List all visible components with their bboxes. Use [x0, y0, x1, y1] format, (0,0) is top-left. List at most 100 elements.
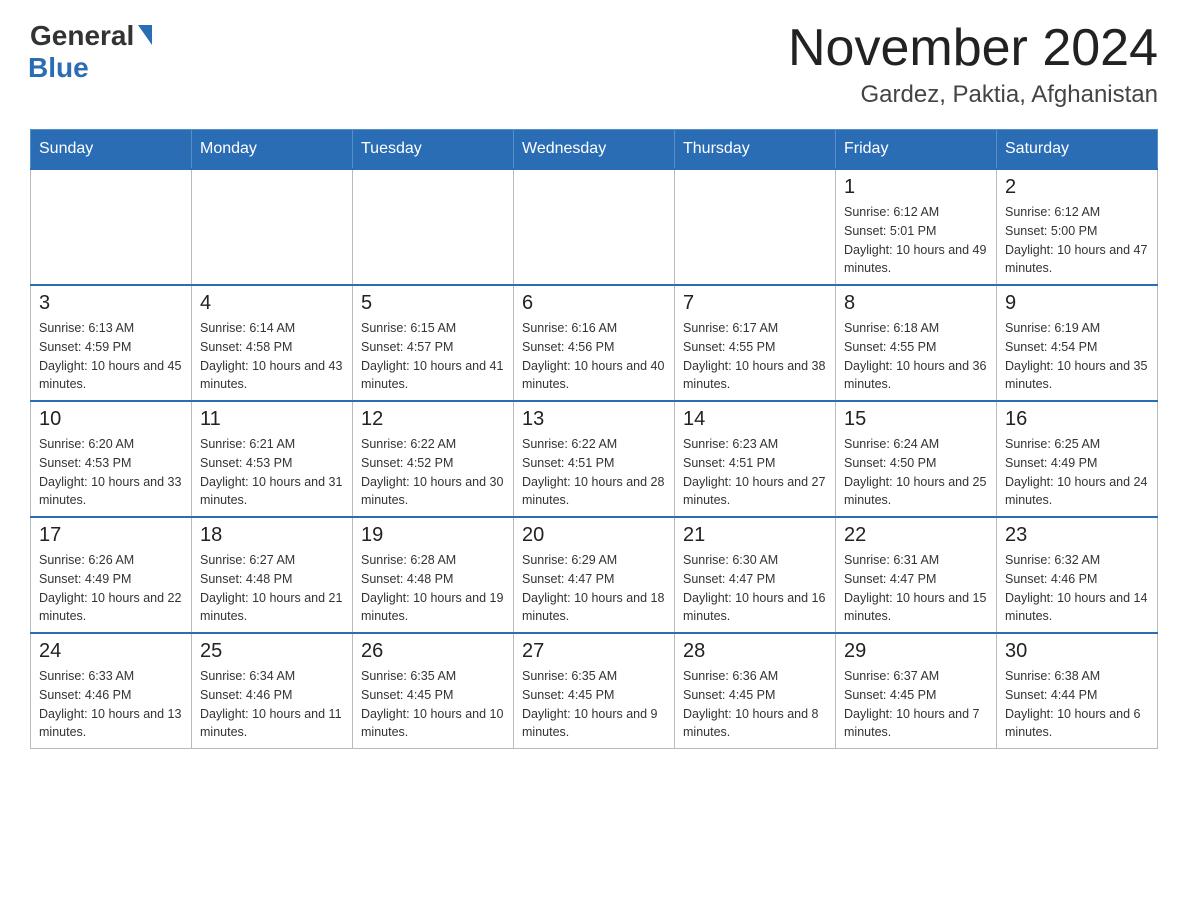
day-info: Sunrise: 6:33 AMSunset: 4:46 PMDaylight:…: [39, 667, 183, 742]
day-info: Sunrise: 6:34 AMSunset: 4:46 PMDaylight:…: [200, 667, 344, 742]
calendar-cell: 17 Sunrise: 6:26 AMSunset: 4:49 PMDayligh…: [31, 517, 192, 633]
day-number: 22: [844, 524, 988, 547]
day-number: 17: [39, 524, 183, 547]
weekday-header-friday: Friday: [836, 130, 997, 170]
day-number: 26: [361, 640, 505, 663]
calendar-cell: 8 Sunrise: 6:18 AMSunset: 4:55 PMDaylight…: [836, 285, 997, 401]
calendar-cell: [353, 169, 514, 285]
calendar-cell: 19 Sunrise: 6:28 AMSunset: 4:48 PMDayligh…: [353, 517, 514, 633]
day-number: 4: [200, 292, 344, 315]
calendar-cell: 16Sunrise: 6:25 AMSunset: 4:49 PMDayligh…: [997, 401, 1158, 517]
calendar-cell: 12 Sunrise: 6:22 AMSunset: 4:52 PMDayligh…: [353, 401, 514, 517]
calendar-cell: 26 Sunrise: 6:35 AMSunset: 4:45 PMDayligh…: [353, 633, 514, 749]
month-title: November 2024: [788, 20, 1158, 77]
day-info: Sunrise: 6:23 AMSunset: 4:51 PMDaylight:…: [683, 435, 827, 510]
day-number: 23: [1005, 524, 1149, 547]
weekday-header-tuesday: Tuesday: [353, 130, 514, 170]
week-row-4: 17 Sunrise: 6:26 AMSunset: 4:49 PMDayligh…: [31, 517, 1158, 633]
location-title: Gardez, Paktia, Afghanistan: [788, 81, 1158, 109]
calendar-cell: 27 Sunrise: 6:35 AMSunset: 4:45 PMDayligh…: [514, 633, 675, 749]
logo-general-text: General: [30, 20, 134, 52]
day-number: 25: [200, 640, 344, 663]
day-number: 24: [39, 640, 183, 663]
day-number: 8: [844, 292, 988, 315]
calendar-cell: 13 Sunrise: 6:22 AMSunset: 4:51 PMDayligh…: [514, 401, 675, 517]
day-info: Sunrise: 6:24 AMSunset: 4:50 PMDaylight:…: [844, 435, 988, 510]
calendar-cell: 22Sunrise: 6:31 AMSunset: 4:47 PMDayligh…: [836, 517, 997, 633]
logo: General Blue: [30, 20, 152, 84]
day-number: 7: [683, 292, 827, 315]
day-info: Sunrise: 6:29 AMSunset: 4:47 PMDaylight:…: [522, 551, 666, 626]
calendar-cell: 3Sunrise: 6:13 AMSunset: 4:59 PMDaylight…: [31, 285, 192, 401]
day-info: Sunrise: 6:28 AMSunset: 4:48 PMDaylight:…: [361, 551, 505, 626]
day-number: 21: [683, 524, 827, 547]
day-info: Sunrise: 6:17 AMSunset: 4:55 PMDaylight:…: [683, 319, 827, 394]
day-info: Sunrise: 6:35 AMSunset: 4:45 PMDaylight:…: [361, 667, 505, 742]
calendar-cell: 24 Sunrise: 6:33 AMSunset: 4:46 PMDayligh…: [31, 633, 192, 749]
day-info: Sunrise: 6:37 AMSunset: 4:45 PMDaylight:…: [844, 667, 988, 742]
week-row-3: 10 Sunrise: 6:20 AMSunset: 4:53 PMDayligh…: [31, 401, 1158, 517]
day-number: 12: [361, 408, 505, 431]
calendar-cell: 2Sunrise: 6:12 AMSunset: 5:00 PMDaylight…: [997, 169, 1158, 285]
day-info: Sunrise: 6:16 AMSunset: 4:56 PMDaylight:…: [522, 319, 666, 394]
calendar-cell: 1Sunrise: 6:12 AMSunset: 5:01 PMDaylight…: [836, 169, 997, 285]
day-number: 28: [683, 640, 827, 663]
day-number: 6: [522, 292, 666, 315]
day-number: 30: [1005, 640, 1149, 663]
day-number: 19: [361, 524, 505, 547]
day-info: Sunrise: 6:38 AMSunset: 4:44 PMDaylight:…: [1005, 667, 1149, 742]
day-info: Sunrise: 6:14 AMSunset: 4:58 PMDaylight:…: [200, 319, 344, 394]
calendar-cell: 25 Sunrise: 6:34 AMSunset: 4:46 PMDayligh…: [192, 633, 353, 749]
day-info: Sunrise: 6:13 AMSunset: 4:59 PMDaylight:…: [39, 319, 183, 394]
calendar-cell: 30 Sunrise: 6:38 AMSunset: 4:44 PMDayligh…: [997, 633, 1158, 749]
week-row-5: 24 Sunrise: 6:33 AMSunset: 4:46 PMDayligh…: [31, 633, 1158, 749]
weekday-header-thursday: Thursday: [675, 130, 836, 170]
day-info: Sunrise: 6:12 AMSunset: 5:00 PMDaylight:…: [1005, 203, 1149, 278]
calendar-cell: 23 Sunrise: 6:32 AMSunset: 4:46 PMDayligh…: [997, 517, 1158, 633]
day-info: Sunrise: 6:35 AMSunset: 4:45 PMDaylight:…: [522, 667, 666, 742]
day-info: Sunrise: 6:36 AMSunset: 4:45 PMDaylight:…: [683, 667, 827, 742]
calendar-cell: 18 Sunrise: 6:27 AMSunset: 4:48 PMDayligh…: [192, 517, 353, 633]
weekday-header-wednesday: Wednesday: [514, 130, 675, 170]
day-info: Sunrise: 6:26 AMSunset: 4:49 PMDaylight:…: [39, 551, 183, 626]
day-number: 16: [1005, 408, 1149, 431]
day-info: Sunrise: 6:19 AMSunset: 4:54 PMDaylight:…: [1005, 319, 1149, 394]
weekday-header-saturday: Saturday: [997, 130, 1158, 170]
day-number: 20: [522, 524, 666, 547]
calendar-cell: 11 Sunrise: 6:21 AMSunset: 4:53 PMDayligh…: [192, 401, 353, 517]
week-row-1: 1Sunrise: 6:12 AMSunset: 5:01 PMDaylight…: [31, 169, 1158, 285]
calendar-cell: 28 Sunrise: 6:36 AMSunset: 4:45 PMDayligh…: [675, 633, 836, 749]
weekday-header-monday: Monday: [192, 130, 353, 170]
day-number: 11: [200, 408, 344, 431]
day-number: 27: [522, 640, 666, 663]
day-info: Sunrise: 6:22 AMSunset: 4:52 PMDaylight:…: [361, 435, 505, 510]
calendar-cell: 15 Sunrise: 6:24 AMSunset: 4:50 PMDayligh…: [836, 401, 997, 517]
calendar-cell: 5Sunrise: 6:15 AMSunset: 4:57 PMDaylight…: [353, 285, 514, 401]
title-section: November 2024 Gardez, Paktia, Afghanista…: [788, 20, 1158, 109]
day-info: Sunrise: 6:12 AMSunset: 5:01 PMDaylight:…: [844, 203, 988, 278]
day-number: 13: [522, 408, 666, 431]
day-info: Sunrise: 6:18 AMSunset: 4:55 PMDaylight:…: [844, 319, 988, 394]
calendar-cell: [675, 169, 836, 285]
day-info: Sunrise: 6:32 AMSunset: 4:46 PMDaylight:…: [1005, 551, 1149, 626]
day-info: Sunrise: 6:20 AMSunset: 4:53 PMDaylight:…: [39, 435, 183, 510]
calendar-cell: 6 Sunrise: 6:16 AMSunset: 4:56 PMDaylight…: [514, 285, 675, 401]
day-number: 14: [683, 408, 827, 431]
day-number: 29: [844, 640, 988, 663]
logo-arrow-icon: [138, 25, 152, 45]
calendar-cell: 29 Sunrise: 6:37 AMSunset: 4:45 PMDayligh…: [836, 633, 997, 749]
day-info: Sunrise: 6:22 AMSunset: 4:51 PMDaylight:…: [522, 435, 666, 510]
day-number: 15: [844, 408, 988, 431]
weekday-header-sunday: Sunday: [31, 130, 192, 170]
calendar-cell: [192, 169, 353, 285]
day-info: Sunrise: 6:30 AMSunset: 4:47 PMDaylight:…: [683, 551, 827, 626]
day-number: 18: [200, 524, 344, 547]
day-info: Sunrise: 6:21 AMSunset: 4:53 PMDaylight:…: [200, 435, 344, 510]
logo-blue-text: Blue: [28, 52, 89, 84]
day-info: Sunrise: 6:15 AMSunset: 4:57 PMDaylight:…: [361, 319, 505, 394]
calendar-cell: 9Sunrise: 6:19 AMSunset: 4:54 PMDaylight…: [997, 285, 1158, 401]
day-info: Sunrise: 6:27 AMSunset: 4:48 PMDaylight:…: [200, 551, 344, 626]
day-number: 10: [39, 408, 183, 431]
calendar-cell: 4 Sunrise: 6:14 AMSunset: 4:58 PMDaylight…: [192, 285, 353, 401]
calendar-cell: [514, 169, 675, 285]
